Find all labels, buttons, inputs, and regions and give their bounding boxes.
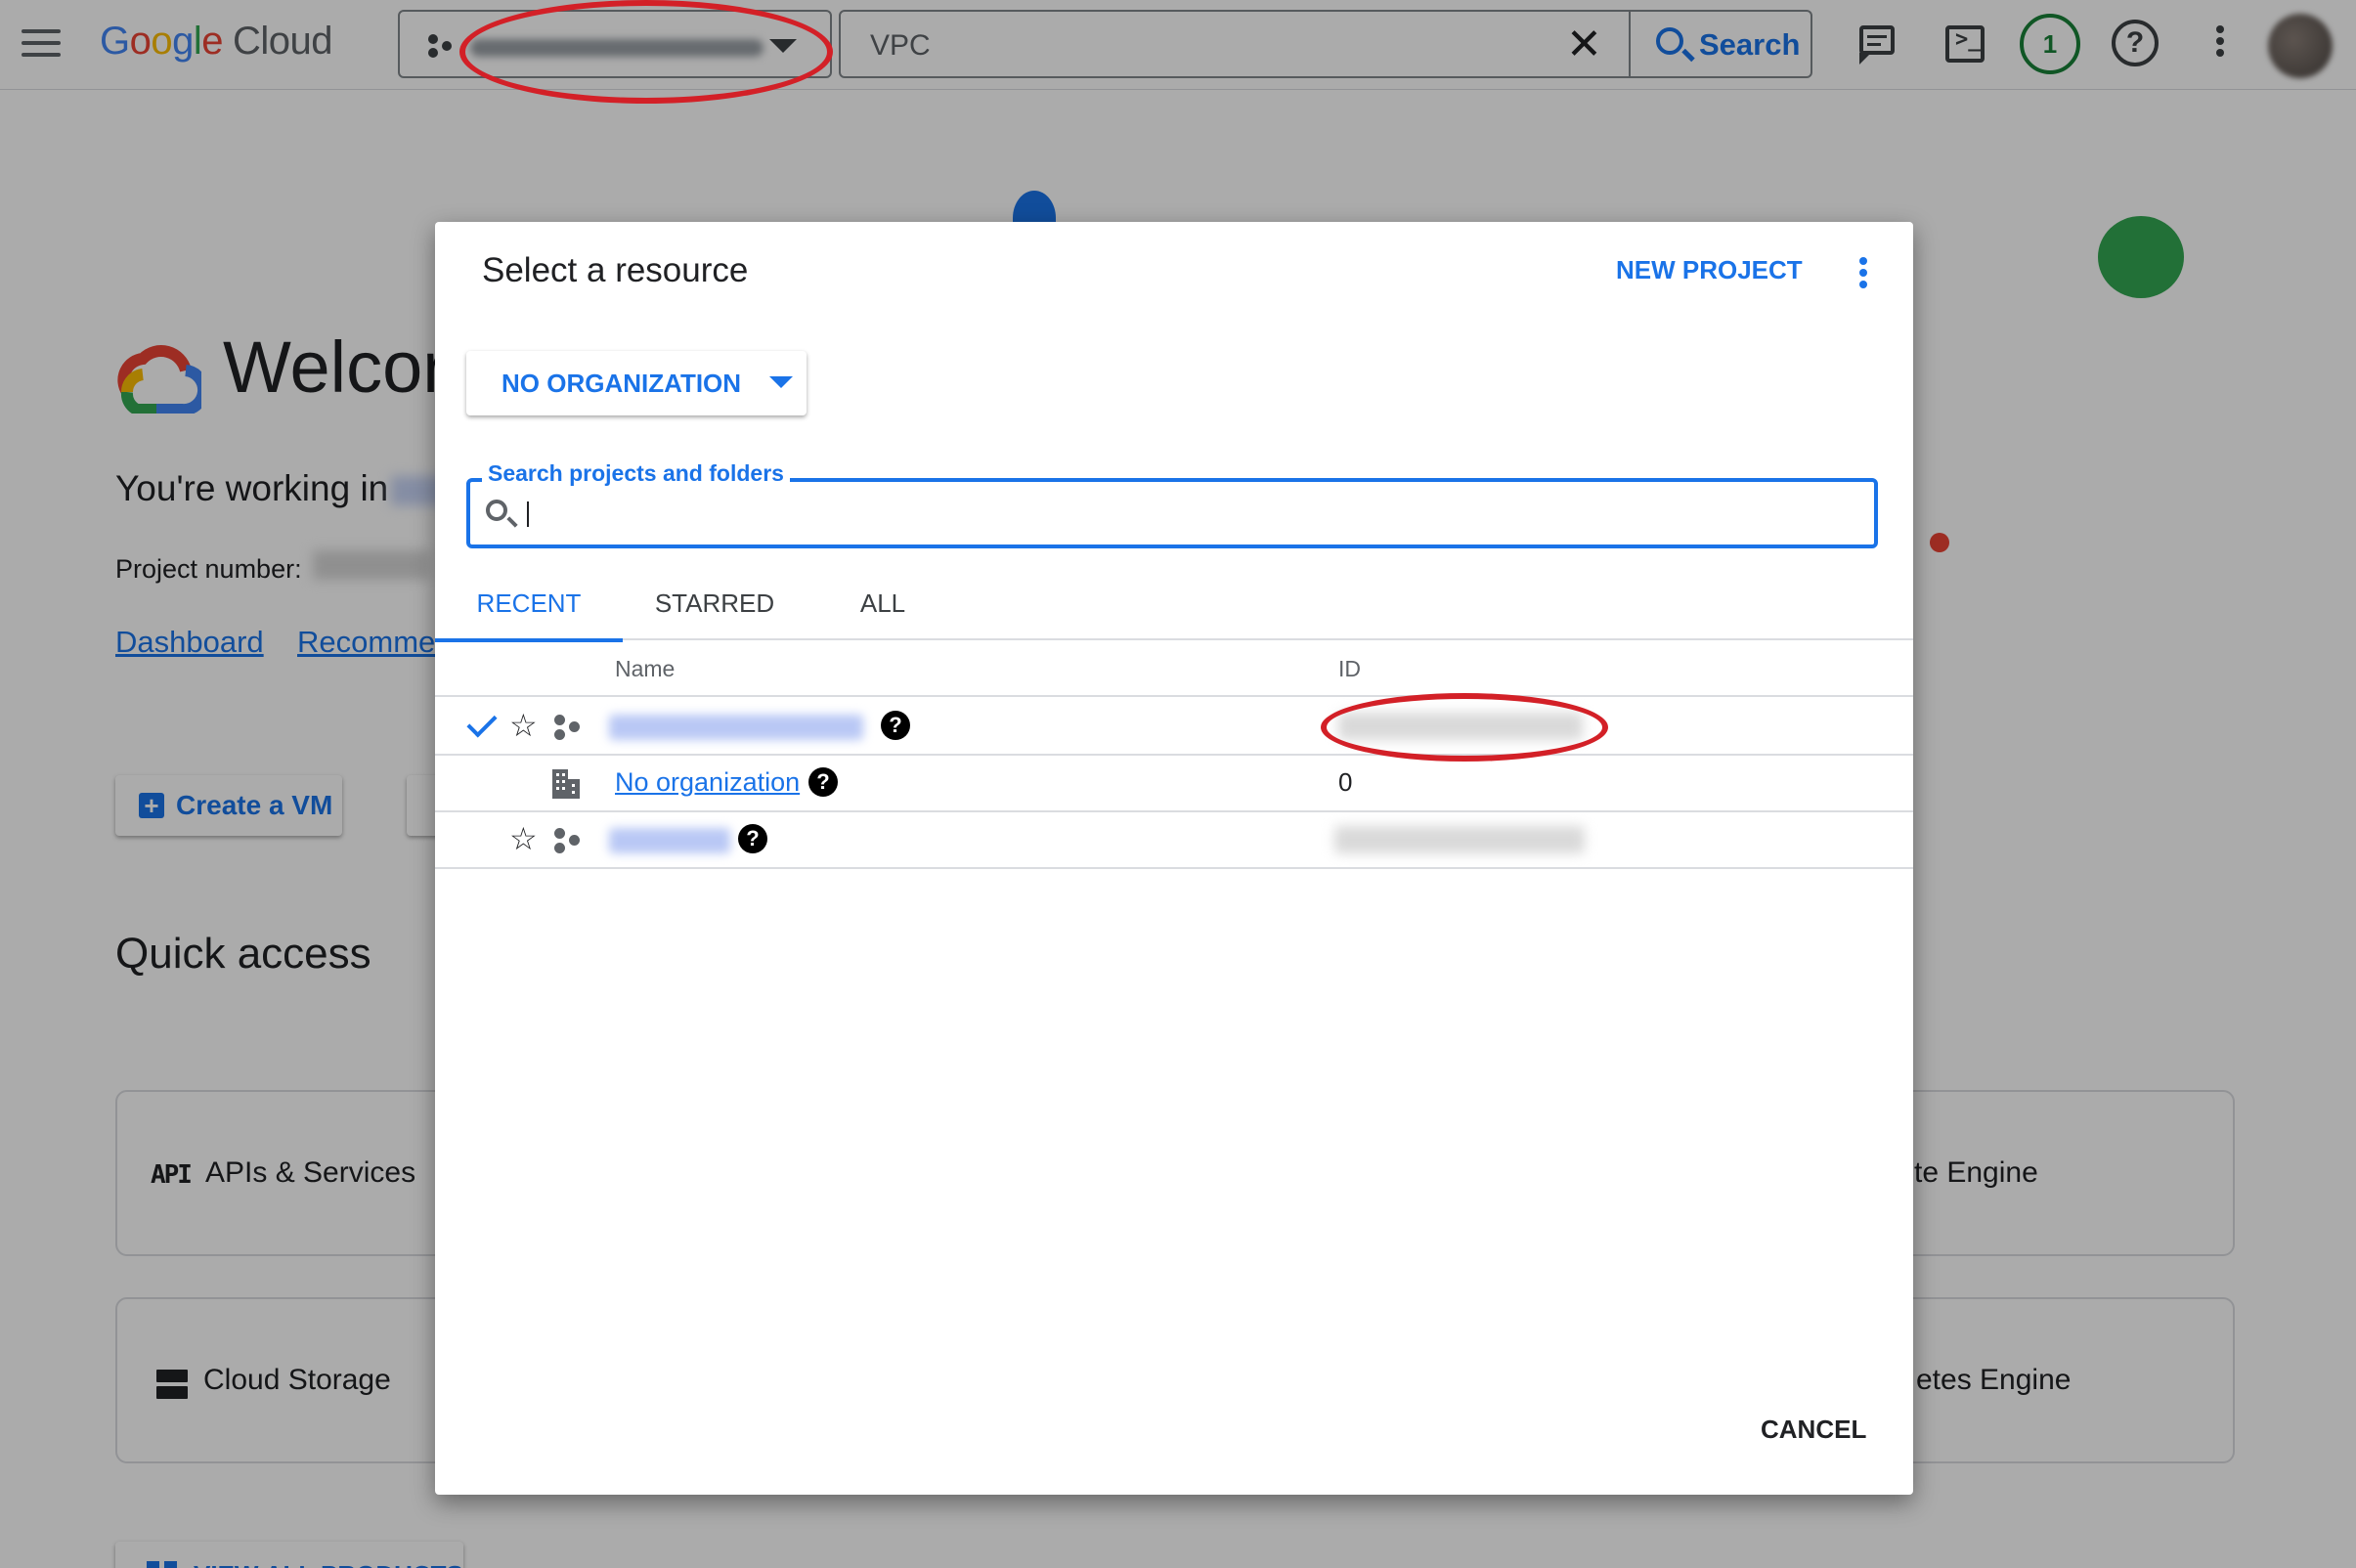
search-input-label: Search projects and folders — [482, 460, 790, 487]
no-organization-link[interactable]: No organization — [615, 767, 800, 798]
table-row[interactable]: ☆ ? — [435, 699, 1913, 756]
search-icon — [486, 500, 507, 521]
star-icon[interactable]: ☆ — [509, 820, 538, 857]
organization-dropdown[interactable]: NO ORGANIZATION — [466, 351, 807, 415]
project-icon — [552, 713, 584, 742]
project-icon — [552, 826, 584, 855]
project-name-redacted[interactable] — [609, 828, 730, 853]
table-row[interactable]: ☆ ? — [435, 812, 1913, 869]
organization-icon — [552, 769, 580, 799]
annotation-ellipse-project-id — [1321, 693, 1608, 762]
resource-tabs: RECENT STARRED ALL — [435, 576, 1913, 642]
column-name: Name — [615, 656, 676, 681]
table-row[interactable]: No organization ? 0 — [435, 756, 1913, 812]
chevron-down-icon — [769, 376, 793, 388]
dialog-title: Select a resource — [482, 251, 749, 289]
tab-starred[interactable]: STARRED — [625, 576, 805, 640]
table-header: Name ID — [435, 642, 1913, 697]
tab-all[interactable]: ALL — [824, 576, 941, 640]
annotation-ellipse-project-picker — [459, 0, 833, 104]
column-id: ID — [1338, 656, 1361, 681]
more-vert-icon[interactable] — [1854, 253, 1872, 292]
new-project-button[interactable]: NEW PROJECT — [1616, 255, 1803, 285]
tab-recent[interactable]: RECENT — [435, 576, 623, 642]
project-name-redacted[interactable] — [609, 715, 863, 740]
cancel-button[interactable]: CANCEL — [1761, 1415, 1866, 1445]
check-icon — [466, 707, 498, 738]
select-resource-dialog: Select a resource NEW PROJECT NO ORGANIZ… — [435, 222, 1913, 1495]
help-icon[interactable]: ? — [808, 767, 838, 797]
text-cursor — [527, 501, 529, 527]
help-icon[interactable]: ? — [881, 711, 910, 740]
project-id-redacted — [1334, 826, 1585, 853]
star-icon[interactable]: ☆ — [509, 707, 538, 744]
organization-id: 0 — [1338, 767, 1353, 797]
search-projects-input[interactable]: Search projects and folders — [466, 460, 1878, 548]
help-icon[interactable]: ? — [738, 824, 767, 853]
